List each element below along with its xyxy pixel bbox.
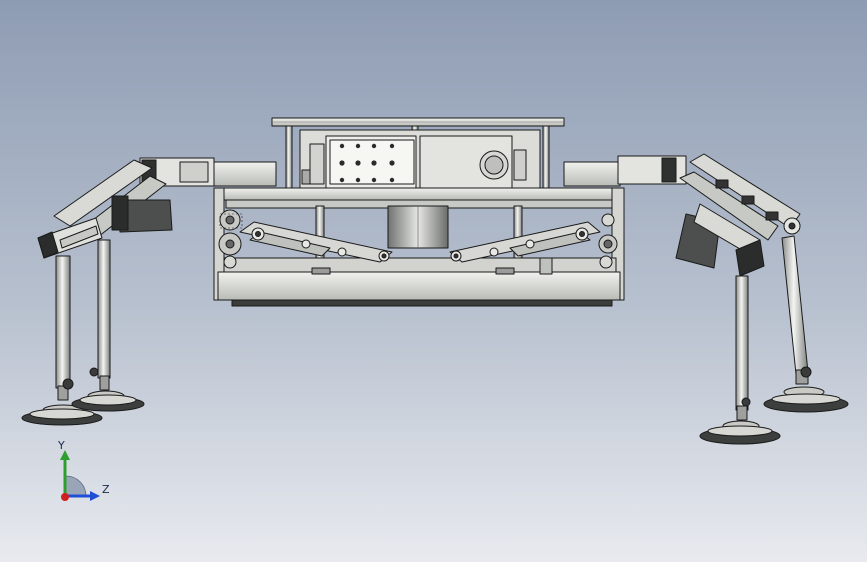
- robot-model-view[interactable]: [0, 0, 867, 562]
- triad-y-label: Y: [58, 439, 65, 452]
- triad-z-label: Z: [102, 483, 110, 496]
- triad-origin-icon: [61, 493, 69, 501]
- cad-graphics-viewport[interactable]: Y Z: [0, 0, 867, 562]
- triad-rotation-arc: [65, 475, 87, 497]
- triad-axes: [60, 450, 100, 501]
- central-drive-module: [299, 129, 541, 189]
- view-orientation-triad[interactable]: Y Z: [44, 436, 124, 516]
- triad-z-arrow-icon: [90, 491, 100, 501]
